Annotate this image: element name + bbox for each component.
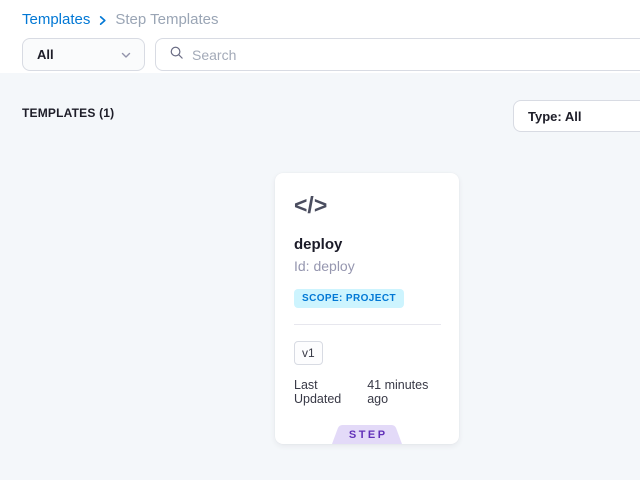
template-id: Id: deploy xyxy=(294,258,441,274)
scope-filter-value: All xyxy=(37,47,54,62)
page-header: Templates Step Templates All xyxy=(0,0,640,73)
last-updated-label: Last Updated xyxy=(294,378,358,406)
step-templates-page: Templates Step Templates All TEMPLATES (… xyxy=(0,0,640,480)
template-type-label: STEP xyxy=(332,429,402,441)
version-chip: v1 xyxy=(294,341,323,365)
template-type-tab: STEP xyxy=(332,425,402,444)
breadcrumb-templates-link[interactable]: Templates xyxy=(22,10,90,30)
scope-badge: SCOPE: PROJECT xyxy=(294,289,404,308)
template-card-deploy[interactable]: </> deploy Id: deploy SCOPE: PROJECT v1 … xyxy=(275,173,459,444)
last-updated-value: 41 minutes ago xyxy=(367,378,441,406)
search-field[interactable] xyxy=(155,38,640,71)
breadcrumb-current-page: Step Templates xyxy=(115,10,218,30)
code-icon: </> xyxy=(294,193,441,217)
type-filter-dropdown[interactable]: Type: All xyxy=(513,100,640,132)
template-card-content: </> deploy Id: deploy SCOPE: PROJECT v1 … xyxy=(275,173,459,444)
breadcrumb: Templates Step Templates xyxy=(22,10,219,30)
card-divider xyxy=(294,324,441,325)
type-filter-value: Type: All xyxy=(528,109,581,124)
template-name: deploy xyxy=(294,236,441,253)
scope-filter-dropdown[interactable]: All xyxy=(22,38,145,71)
templates-count-heading: TEMPLATES (1) xyxy=(22,106,114,120)
chevron-right-icon xyxy=(97,15,108,26)
last-updated-row: Last Updated 41 minutes ago xyxy=(294,378,441,406)
chevron-down-icon xyxy=(120,49,132,61)
search-icon xyxy=(169,45,184,65)
search-input[interactable] xyxy=(192,47,572,63)
